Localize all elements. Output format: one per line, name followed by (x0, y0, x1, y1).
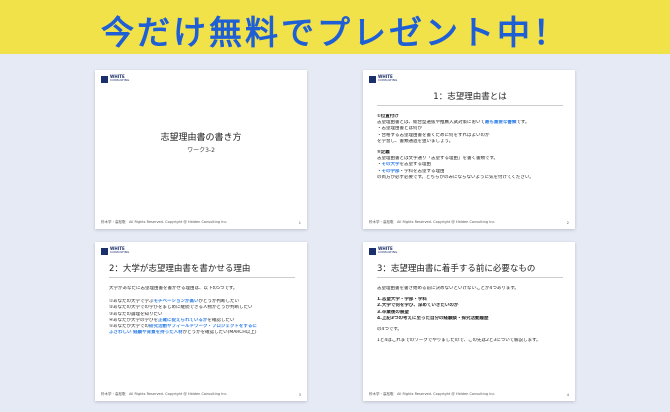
banner-title: 今だけ無料でプレゼント中！ (101, 13, 569, 52)
slide-thumbnail-reasons: WHITE CONSULTING 2：大学が志望理由書を書かせる理由 大学があなた… (95, 242, 307, 401)
slide-body: 大学があなたに志望理由書を書かせる理由は、以下の5つです。 ①あなたの大学で学ぶ… (109, 286, 257, 336)
brand-logo: WHITE CONSULTING (369, 247, 397, 256)
slide-page-number: 4 (566, 393, 569, 397)
brand-logo: WHITE CONSULTING (101, 75, 129, 84)
slide-thumbnail-what-is: WHITE CONSULTING 1：志望理由書とは ①位置付け 志望理由書とは、… (363, 70, 575, 229)
slide-title: 1：志望理由書とは (377, 90, 563, 106)
brand-logo: WHITE CONSULTING (101, 247, 129, 256)
slide-title: 3：志望理由書に着手する前に必要なもの (377, 262, 563, 278)
slide-page-number: 2 (566, 221, 569, 225)
slide-thumbnail-prerequisites: WHITE CONSULTING 3：志望理由書に着手する前に必要なもの 志望理由… (363, 242, 575, 401)
slide-page-number: 1 (298, 221, 301, 225)
slide-thumbnail-cover: WHITE CONSULTING 志望理由書の書き方 ワーク3-2 鈴木学・高松聡… (95, 70, 307, 229)
slide-title: 志望理由書の書き方 (160, 133, 242, 143)
slide-subtitle: ワーク3-2 (187, 147, 215, 154)
slide-footer: 鈴木学・高松聡 All Rights Reserved. Copyright @… (369, 220, 496, 224)
brand-logo: WHITE CONSULTING (369, 75, 397, 84)
slide-body: ①位置付け 志望理由書とは、総合型選抜や推薦入試対策において最も重要な書類です。… (377, 114, 534, 180)
slide-footer: 鈴木学・高松聡 All Rights Reserved. Copyright @… (101, 220, 228, 224)
slide-title: 2：大学が志望理由書を書かせる理由 (109, 262, 295, 278)
promo-banner: 今だけ無料でプレゼント中！ (0, 0, 670, 54)
slide-footer: 鈴木学・高松聡 All Rights Reserved. Copyright @… (369, 392, 496, 396)
slide-body: 志望理由書を書き始める前に決めないといけないことが4つあります。 1.志望大学・… (377, 286, 541, 344)
slide-footer: 鈴木学・高松聡 All Rights Reserved. Copyright @… (101, 392, 228, 396)
slide-page-number: 3 (298, 393, 301, 397)
